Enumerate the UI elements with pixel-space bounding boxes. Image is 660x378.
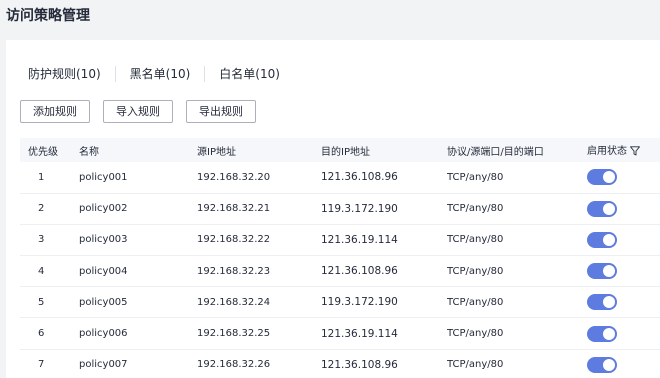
- cell-protocol: TCP/any/80: [447, 171, 504, 183]
- cell-dst-ip: 119.3.172.190: [321, 296, 398, 309]
- tab-protection-rules[interactable]: 防护规则(10): [6, 66, 115, 82]
- col-header-protocol[interactable]: 协议/源端口/目的端口: [439, 138, 579, 162]
- table-row: 4 policy004 192.168.32.23 121.36.108.96 TCP/…: [20, 256, 660, 287]
- enable-toggle[interactable]: [587, 294, 617, 311]
- enable-toggle[interactable]: [587, 325, 617, 342]
- cell-src-ip: 192.168.32.22: [197, 234, 271, 246]
- col-header-priority[interactable]: 优先级: [20, 138, 71, 162]
- cell-src-ip: 192.168.32.26: [197, 359, 271, 371]
- cell-name: policy001: [79, 171, 128, 183]
- import-rule-button[interactable]: 导入规则: [103, 100, 173, 123]
- enable-toggle[interactable]: [587, 356, 617, 373]
- cell-name: policy002: [79, 203, 128, 215]
- cell-priority: 1: [38, 171, 45, 183]
- rule-tabs: 防护规则(10) 黑名单(10) 白名单(10): [6, 64, 294, 84]
- cell-priority: 4: [38, 265, 45, 277]
- table-row: 3 policy003 192.168.32.22 121.36.19.114 TCP/…: [20, 224, 660, 256]
- page-title: 访问策略管理: [6, 8, 90, 24]
- table-row: 7 policy007 192.168.32.26 121.36.108.96 TCP/…: [20, 349, 660, 378]
- tab-whitelist[interactable]: 白名单(10): [204, 66, 294, 82]
- enable-toggle[interactable]: [587, 200, 617, 217]
- cell-priority: 6: [38, 328, 45, 340]
- cell-dst-ip: 121.36.108.96: [321, 265, 398, 278]
- col-header-status: 启用状态: [579, 138, 660, 162]
- add-rule-button[interactable]: 添加规则: [20, 100, 90, 123]
- enable-toggle[interactable]: [587, 231, 617, 248]
- cell-src-ip: 192.168.32.20: [197, 171, 271, 183]
- table-row: 1 policy001 192.168.32.20 121.36.108.96 TCP/…: [20, 162, 660, 194]
- cell-name: policy006: [79, 328, 128, 340]
- cell-priority: 2: [38, 203, 45, 215]
- cell-priority: 3: [38, 234, 45, 246]
- col-header-status-label: 启用状态: [587, 145, 627, 157]
- cell-protocol: TCP/any/80: [447, 234, 504, 246]
- cell-protocol: TCP/any/80: [447, 203, 504, 215]
- cell-dst-ip: 121.36.19.114: [321, 327, 398, 340]
- filter-icon[interactable]: [630, 145, 640, 159]
- cell-status: [579, 256, 660, 287]
- cell-protocol: TCP/any/80: [447, 328, 504, 340]
- toolbar: 添加规则 导入规则 导出规则: [20, 100, 256, 123]
- cell-status: [579, 349, 660, 378]
- content-card: 防护规则(10) 黑名单(10) 白名单(10) 添加规则 导入规则 导出规则 …: [6, 40, 660, 378]
- enable-toggle[interactable]: [587, 263, 617, 280]
- cell-protocol: TCP/any/80: [447, 359, 504, 371]
- cell-dst-ip: 121.36.108.96: [321, 358, 398, 371]
- cell-dst-ip: 119.3.172.190: [321, 202, 398, 215]
- export-rule-button[interactable]: 导出规则: [186, 100, 256, 123]
- cell-name: policy003: [79, 234, 128, 246]
- table-row: 2 policy002 192.168.32.21 119.3.172.190 TCP/…: [20, 193, 660, 225]
- cell-dst-ip: 121.36.108.96: [321, 171, 398, 184]
- cell-src-ip: 192.168.32.25: [197, 328, 271, 340]
- cell-status: [579, 224, 660, 255]
- enable-toggle[interactable]: [587, 169, 617, 186]
- cell-priority: 7: [38, 359, 45, 371]
- cell-status: [579, 318, 660, 349]
- tab-blacklist[interactable]: 黑名单(10): [114, 66, 205, 82]
- col-header-dst-ip[interactable]: 目的IP地址: [313, 138, 439, 162]
- policy-table: 优先级 名称 源IP地址 目的IP地址 协议/源端口/目的端口 启用状态 1 po…: [20, 138, 660, 378]
- cell-src-ip: 192.168.32.24: [197, 296, 271, 308]
- cell-protocol: TCP/any/80: [447, 265, 504, 277]
- cell-status: [579, 287, 660, 318]
- cell-priority: 5: [38, 296, 45, 308]
- table-header-row: 优先级 名称 源IP地址 目的IP地址 协议/源端口/目的端口 启用状态: [20, 138, 660, 162]
- cell-name: policy005: [79, 296, 128, 308]
- cell-src-ip: 192.168.32.23: [197, 265, 271, 277]
- cell-status: [579, 162, 660, 193]
- cell-dst-ip: 121.36.19.114: [321, 233, 398, 246]
- col-header-src-ip[interactable]: 源IP地址: [189, 138, 313, 162]
- cell-protocol: TCP/any/80: [447, 296, 504, 308]
- cell-status: [579, 193, 660, 224]
- cell-name: policy004: [79, 265, 128, 277]
- cell-name: policy007: [79, 359, 128, 371]
- table-row: 5 policy005 192.168.32.24 119.3.172.190 TCP/…: [20, 287, 660, 318]
- table-row: 6 policy006 192.168.32.25 121.36.19.114 TCP/…: [20, 318, 660, 350]
- cell-src-ip: 192.168.32.21: [197, 203, 271, 215]
- col-header-name[interactable]: 名称: [71, 138, 189, 162]
